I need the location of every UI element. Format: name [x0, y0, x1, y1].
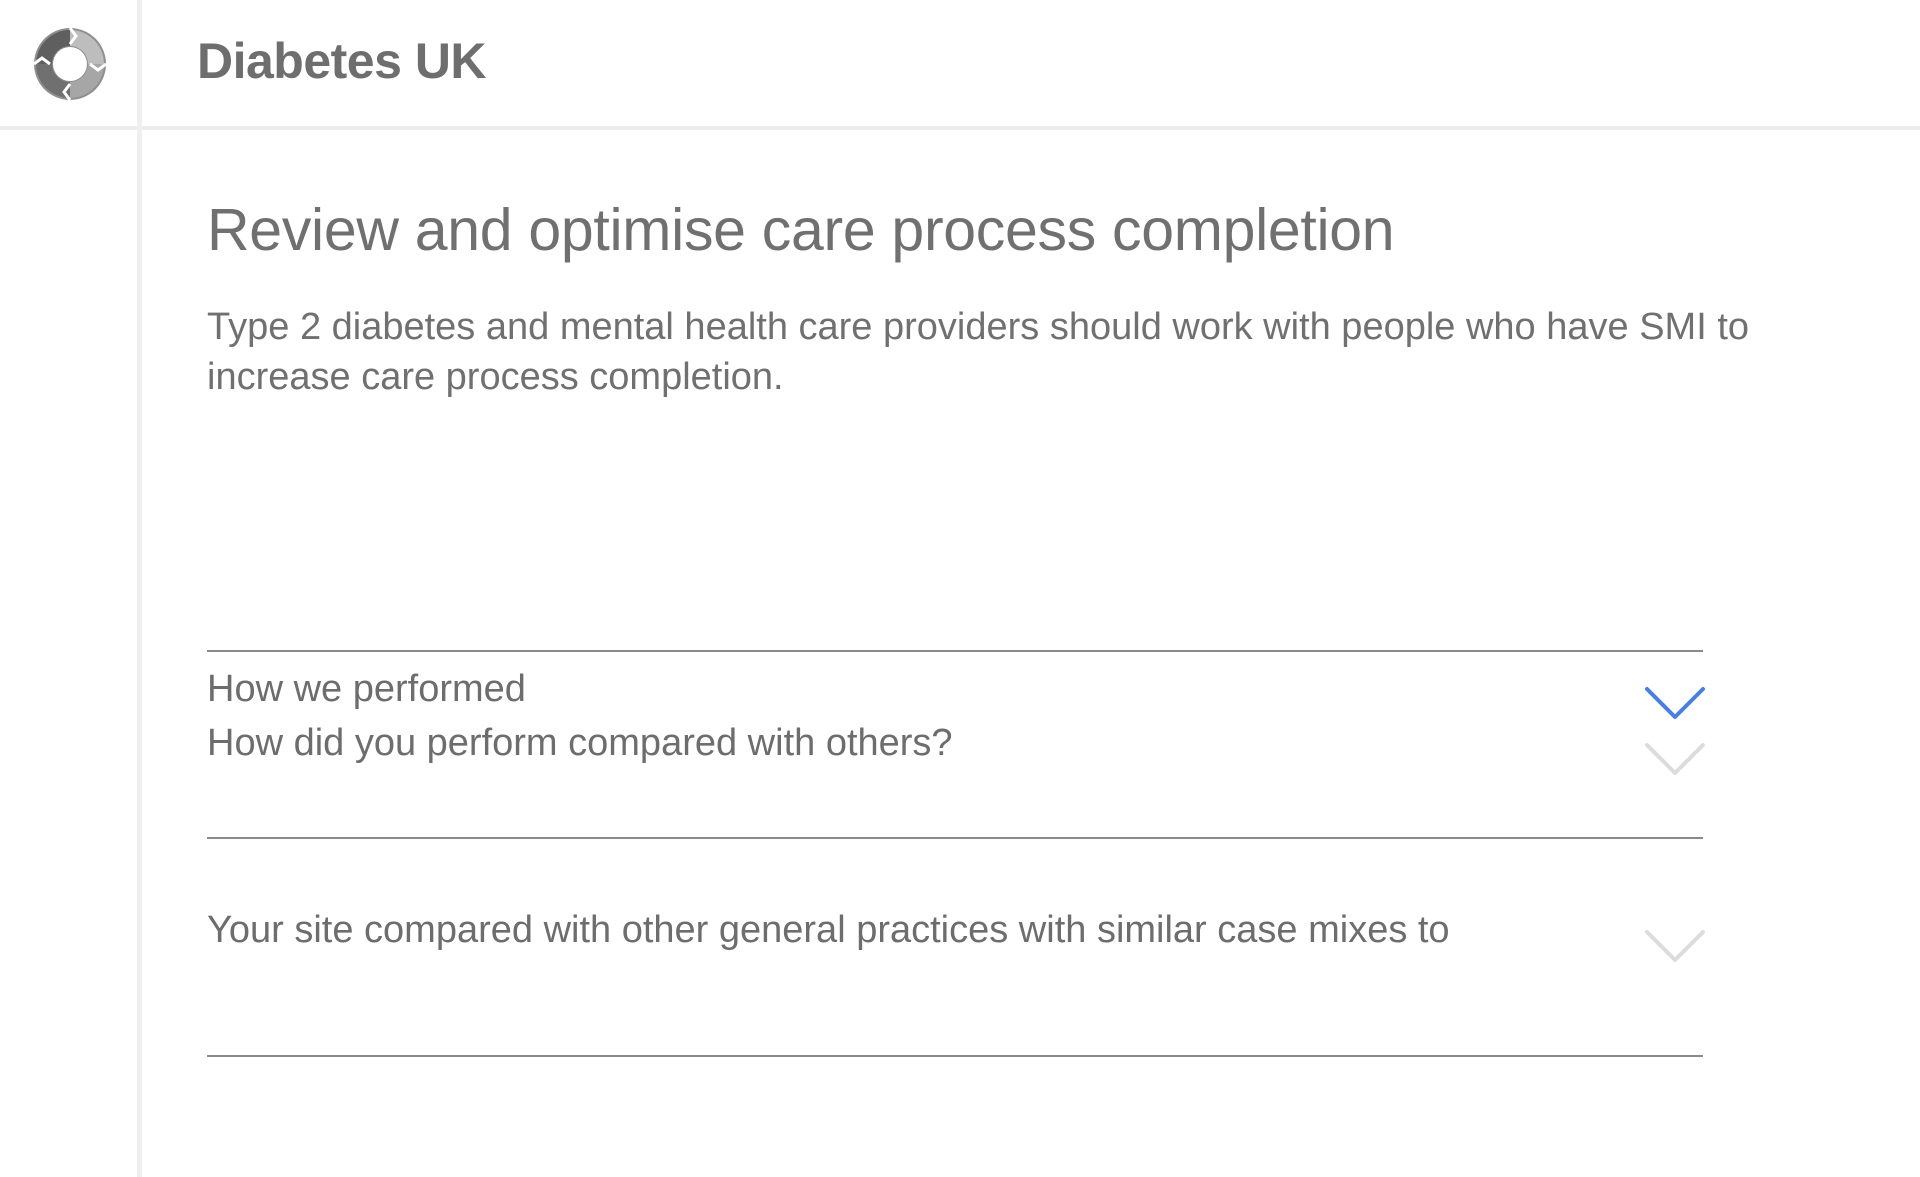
logo[interactable] — [0, 0, 140, 130]
app-header: Diabetes UK — [0, 0, 1920, 130]
chevron-down-icon[interactable] — [1643, 926, 1707, 966]
accordion-item-label: How did you perform compared with others… — [207, 722, 953, 764]
page-title: Review and optimise care process complet… — [207, 197, 1395, 263]
accordion-item-similar-case-mixes[interactable]: Your site compared with other general pr… — [207, 839, 1705, 1057]
accordion-item-label: Your site compared with other general pr… — [207, 909, 1450, 951]
app-page: Diabetes UK Review and optimise care pro… — [0, 0, 1920, 1177]
circular-arrows-logo-icon — [33, 27, 107, 101]
intro-text: Type 2 diabetes and mental health care p… — [207, 306, 1750, 398]
chevron-down-icon[interactable] — [1643, 739, 1707, 779]
sidebar-divider — [137, 0, 142, 1177]
accordion-item-how-we-performed[interactable]: How we performed — [207, 505, 1705, 719]
app-title: Diabetes UK — [197, 33, 487, 89]
accordion-item-compared-with-others[interactable]: How did you perform compared with others… — [207, 652, 1705, 839]
